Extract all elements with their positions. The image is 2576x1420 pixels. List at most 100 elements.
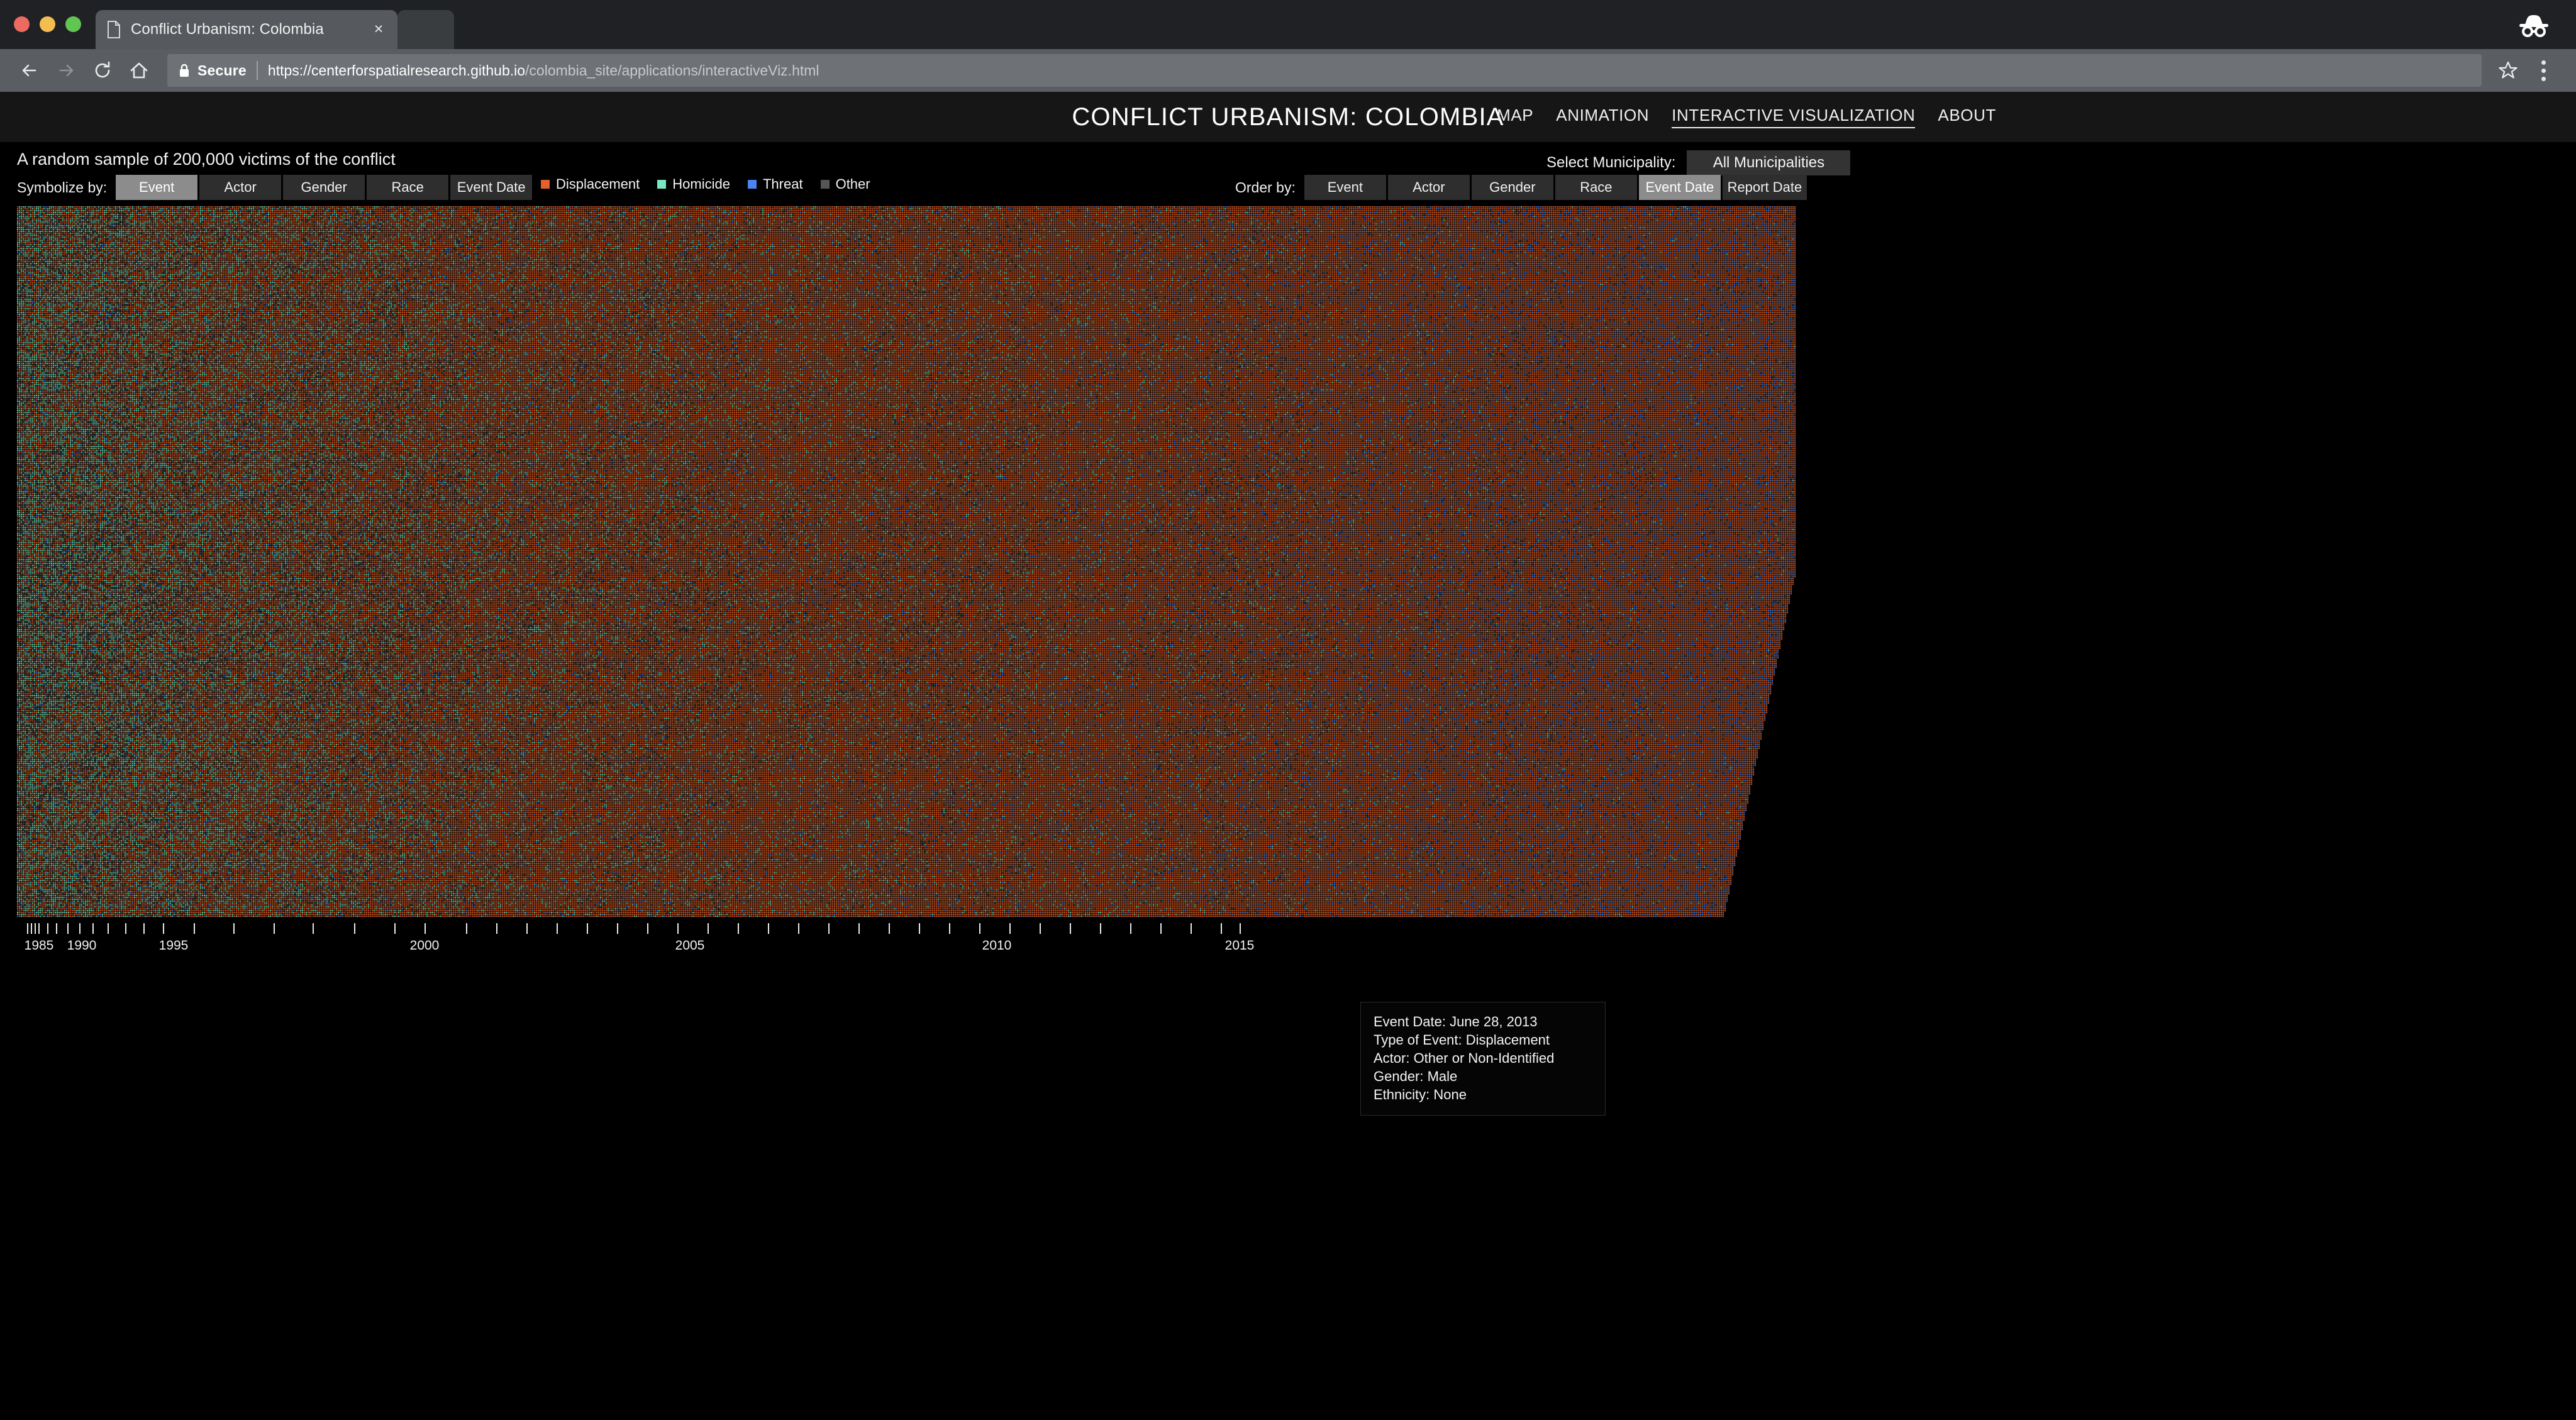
subtitle-row: A random sample of 200,000 victims of th… bbox=[0, 142, 2576, 175]
legend-swatch-displacement bbox=[541, 180, 550, 189]
axis-tick bbox=[108, 923, 109, 934]
axis-tick bbox=[394, 923, 396, 934]
axis-tick bbox=[949, 923, 950, 934]
close-icon[interactable]: × bbox=[370, 21, 387, 38]
axis-tick bbox=[466, 923, 467, 934]
legend: Displacement Homicide Threat Other bbox=[541, 176, 870, 192]
axis-tick bbox=[1191, 923, 1192, 934]
kebab-menu-icon[interactable] bbox=[2528, 54, 2558, 87]
security-status-label: Secure bbox=[197, 62, 247, 79]
tooltip-ethnicity: Ethnicity: None bbox=[1374, 1087, 1467, 1103]
star-icon[interactable] bbox=[2492, 54, 2524, 87]
order-button-event-date[interactable]: Event Date bbox=[1638, 175, 1721, 200]
axis-tick bbox=[233, 923, 235, 934]
symbolize-button-actor[interactable]: Actor bbox=[199, 175, 282, 200]
axis-tick-label: 1985 bbox=[24, 938, 54, 953]
axis-tick bbox=[67, 923, 69, 934]
axis-tick bbox=[1009, 923, 1011, 934]
browser-tab-title: Conflict Urbanism: Colombia bbox=[131, 21, 324, 38]
symbolize-button-gender[interactable]: Gender bbox=[283, 175, 365, 200]
maximize-window-button[interactable] bbox=[65, 16, 81, 32]
legend-label-other: Other bbox=[835, 176, 870, 192]
axis-tick bbox=[647, 923, 648, 934]
axis-tick bbox=[1040, 923, 1041, 934]
controls-row: Symbolize by: Event Actor Gender Race Ev… bbox=[0, 175, 2576, 204]
page-title: CONFLICT URBANISM: COLOMBIA bbox=[1072, 103, 1504, 131]
axis-tick bbox=[56, 923, 57, 934]
axis-tick bbox=[1100, 923, 1101, 934]
axis-tick bbox=[858, 923, 860, 934]
browser-toolbar: Secure https://centerforspatialresearch.… bbox=[0, 49, 2576, 92]
axis-tick-label: 2015 bbox=[1224, 938, 1255, 953]
axis-tick bbox=[768, 923, 769, 934]
municipality-select[interactable]: All Municipalities bbox=[1687, 150, 1851, 175]
legend-item-displacement: Displacement bbox=[541, 176, 640, 192]
order-button-actor[interactable]: Actor bbox=[1387, 175, 1470, 200]
tooltip-actor: Actor: Other or Non-Identified bbox=[1374, 1050, 1555, 1067]
symbolize-button-event-date[interactable]: Event Date bbox=[450, 175, 533, 200]
axis-tick bbox=[557, 923, 558, 934]
axis-tick bbox=[425, 923, 426, 934]
time-axis: 1985 1990 1995 2000 2005 2010 2015 bbox=[17, 923, 1796, 967]
incognito-icon bbox=[2514, 13, 2553, 38]
order-button-gender[interactable]: Gender bbox=[1471, 175, 1553, 200]
axis-tick bbox=[708, 923, 709, 934]
legend-item-other: Other bbox=[820, 176, 870, 192]
legend-label-homicide: Homicide bbox=[672, 176, 730, 192]
back-button[interactable] bbox=[11, 52, 48, 89]
close-window-button[interactable] bbox=[14, 16, 30, 32]
symbolize-button-race[interactable]: Race bbox=[367, 175, 449, 200]
nav-link-map[interactable]: MAP bbox=[1497, 106, 1533, 128]
page-content: CONFLICT URBANISM: COLOMBIA MAP ANIMATIO… bbox=[0, 92, 2576, 1420]
axis-tick-label: 1990 bbox=[67, 938, 97, 953]
legend-swatch-homicide bbox=[657, 180, 667, 189]
axis-tick bbox=[738, 923, 739, 934]
legend-swatch-other bbox=[820, 180, 830, 189]
symbolize-by-group: Symbolize by: Event Actor Gender Race Ev… bbox=[17, 175, 534, 200]
victims-unit-visualization[interactable] bbox=[17, 206, 1796, 918]
axis-tick bbox=[526, 923, 528, 934]
address-bar[interactable]: Secure https://centerforspatialresearch.… bbox=[167, 54, 2482, 87]
axis-tick bbox=[1160, 923, 1162, 934]
axis-tick-label: 2005 bbox=[675, 938, 705, 953]
site-header: CONFLICT URBANISM: COLOMBIA MAP ANIMATIO… bbox=[0, 92, 2576, 142]
url-origin: https://centerforspatialresearch.github.… bbox=[267, 62, 526, 79]
browser-tab[interactable]: Conflict Urbanism: Colombia × bbox=[96, 10, 397, 49]
page-icon bbox=[107, 21, 121, 38]
axis-tick bbox=[38, 923, 40, 934]
window-traffic-lights bbox=[14, 16, 81, 32]
viz-subtitle: A random sample of 200,000 victims of th… bbox=[17, 150, 396, 169]
order-button-race[interactable]: Race bbox=[1555, 175, 1637, 200]
tooltip-gender: Gender: Male bbox=[1374, 1068, 1458, 1085]
axis-tick-label: 2010 bbox=[982, 938, 1012, 953]
victim-tooltip: Event Date: June 28, 2013 Type of Event:… bbox=[1360, 1002, 1606, 1116]
forward-button[interactable] bbox=[48, 52, 84, 89]
axis-tick bbox=[677, 923, 679, 934]
reload-button[interactable] bbox=[84, 52, 121, 89]
browser-window: Conflict Urbanism: Colombia × Secure htt… bbox=[0, 0, 2576, 1420]
order-button-report-date[interactable]: Report Date bbox=[1722, 175, 1807, 200]
axis-tick bbox=[27, 923, 28, 934]
legend-label-displacement: Displacement bbox=[556, 176, 640, 192]
axis-tick bbox=[354, 923, 355, 934]
symbolize-button-event[interactable]: Event bbox=[116, 175, 198, 200]
axis-tick-label: 1995 bbox=[158, 938, 189, 953]
axis-tick bbox=[92, 923, 94, 934]
nav-link-interactive-visualization[interactable]: INTERACTIVE VISUALIZATION bbox=[1672, 106, 1916, 128]
tooltip-type-of-event: Type of Event: Displacement bbox=[1374, 1032, 1550, 1048]
axis-tick bbox=[143, 923, 145, 934]
legend-item-homicide: Homicide bbox=[657, 176, 730, 192]
nav-link-animation[interactable]: ANIMATION bbox=[1556, 106, 1649, 128]
tooltip-event-date: Event Date: June 28, 2013 bbox=[1374, 1014, 1538, 1029]
site-navigation: MAP ANIMATION INTERACTIVE VISUALIZATION … bbox=[1497, 106, 1996, 128]
order-by-label: Order by: bbox=[1235, 179, 1296, 196]
order-button-event[interactable]: Event bbox=[1304, 175, 1386, 200]
axis-tick bbox=[274, 923, 275, 934]
victims-canvas[interactable] bbox=[17, 206, 1796, 918]
new-tab-background[interactable] bbox=[397, 10, 454, 49]
home-button[interactable] bbox=[121, 52, 157, 89]
nav-link-about[interactable]: ABOUT bbox=[1938, 106, 1996, 128]
minimize-window-button[interactable] bbox=[40, 16, 55, 32]
axis-tick bbox=[163, 923, 164, 934]
axis-tick bbox=[587, 923, 588, 934]
